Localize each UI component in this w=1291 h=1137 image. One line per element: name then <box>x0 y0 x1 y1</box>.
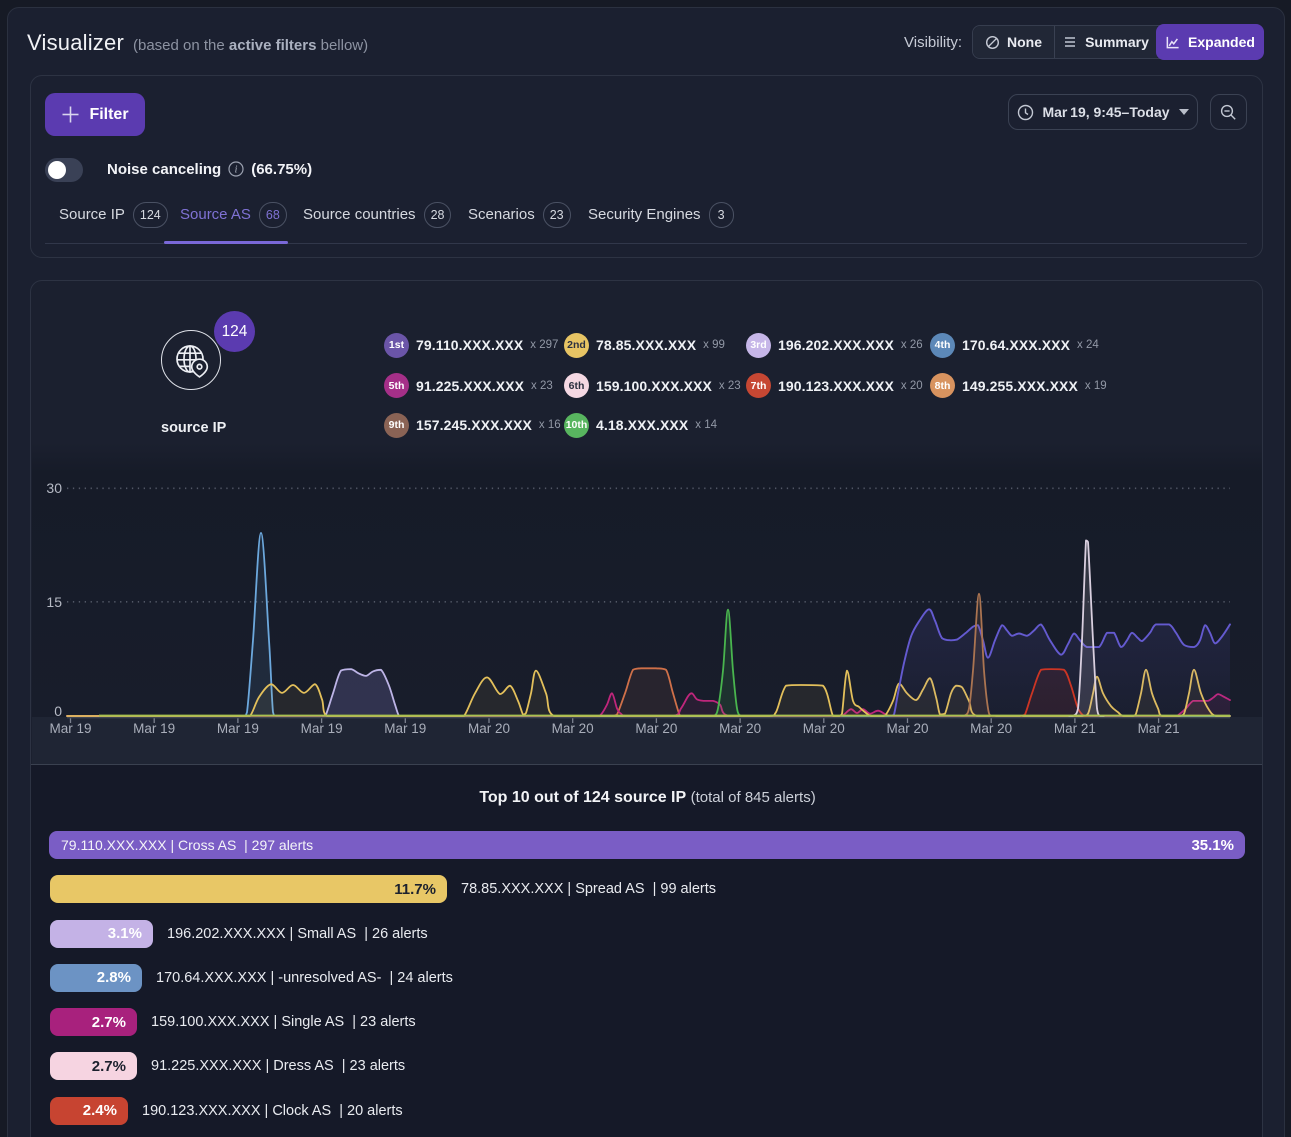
svg-text:i: i <box>235 165 238 176</box>
